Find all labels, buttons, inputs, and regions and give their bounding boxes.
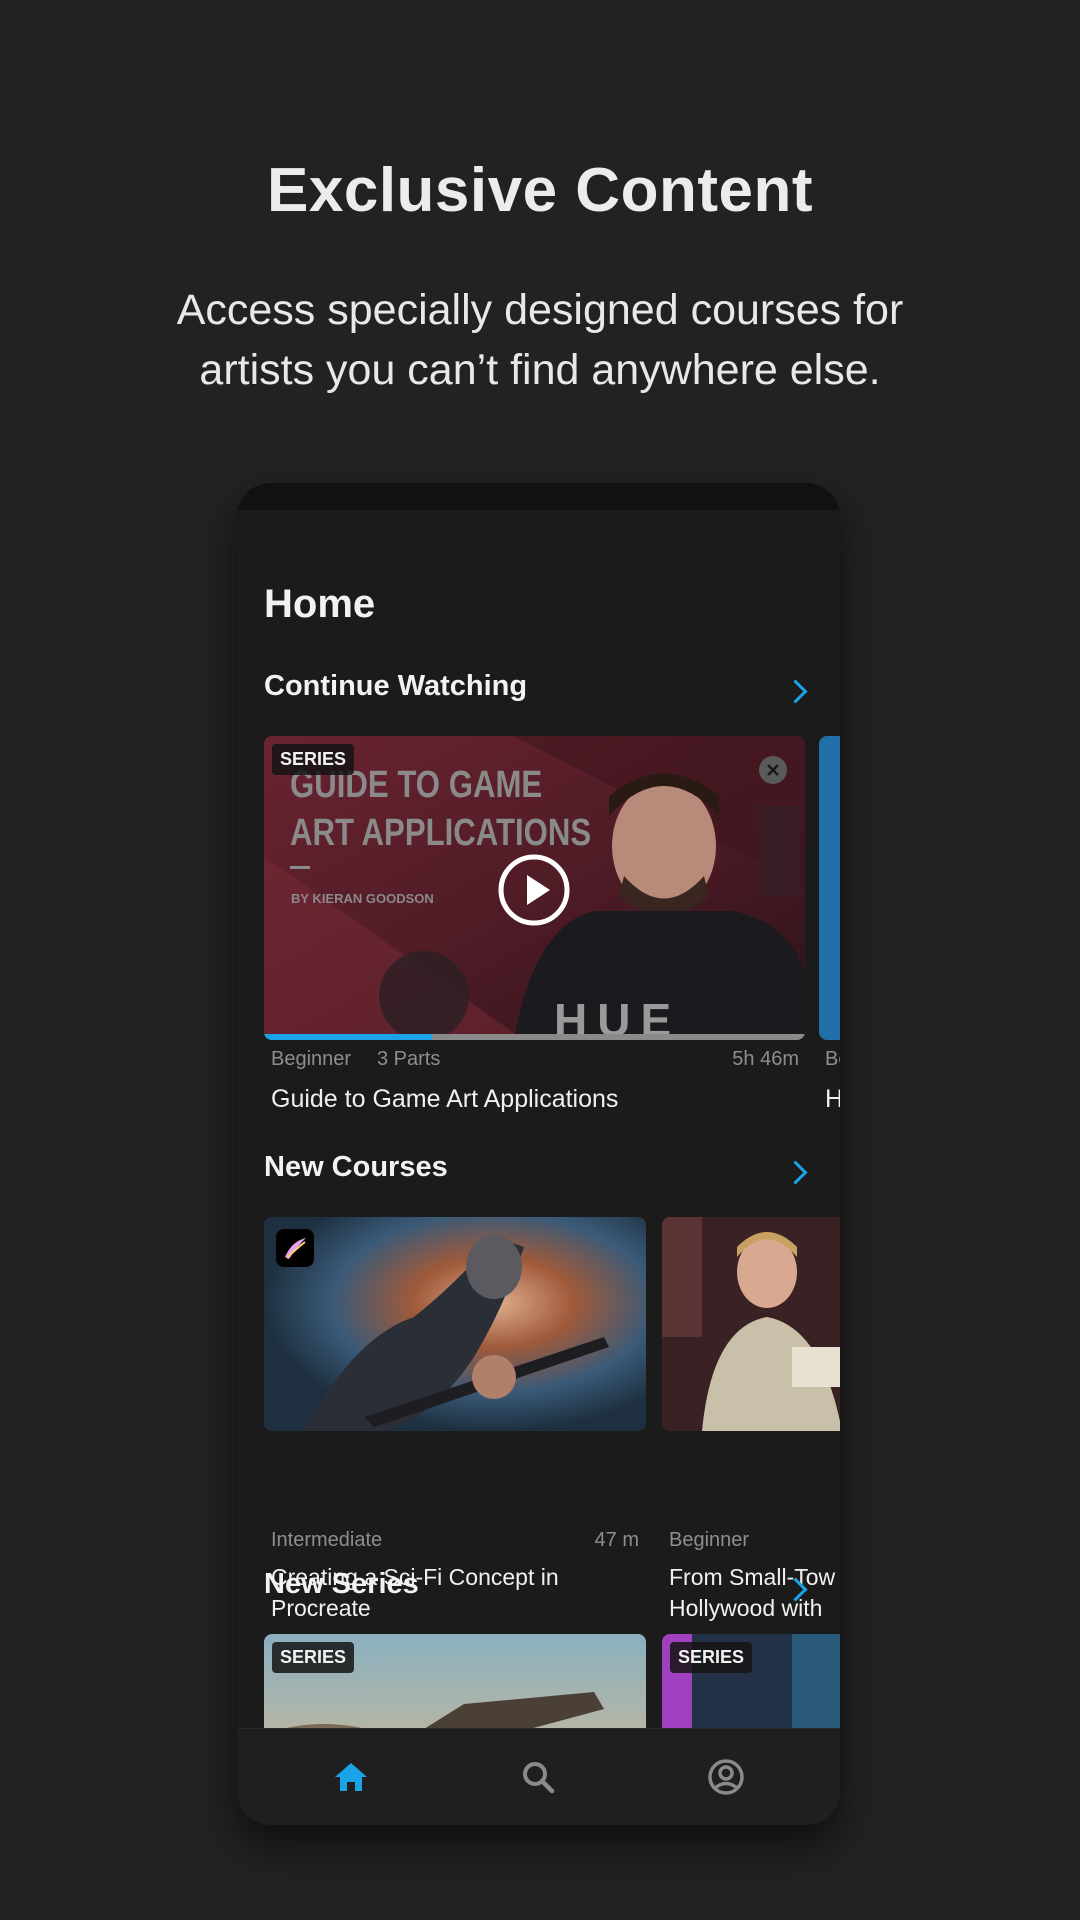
page-title: Home: [264, 582, 376, 626]
course-title[interactable]: From Small-Tow Hollywood with: [669, 1562, 835, 1624]
next-course-title[interactable]: H: [825, 1084, 840, 1115]
course-thumbnail: [264, 1217, 646, 1431]
home-icon[interactable]: [331, 1757, 371, 1797]
search-icon[interactable]: [518, 1757, 558, 1797]
app-screen: Home Continue Watching HUE GUIDE TO GAME…: [237, 510, 840, 1810]
procreate-logo-icon: [276, 1229, 314, 1267]
phone-mockup: Home Continue Watching HUE GUIDE TO GAME…: [237, 483, 840, 1825]
course-card[interactable]: [264, 1217, 646, 1431]
series-badge: SERIES: [272, 744, 355, 775]
progress-track: [264, 1034, 805, 1040]
series-badge: SERIES: [670, 1642, 753, 1673]
bottom-nav: [237, 1728, 840, 1825]
status-bar: [237, 483, 840, 510]
thumbnail-byline: BY KIERAN GOODSON: [291, 891, 434, 906]
course-duration: 47 m: [594, 1529, 639, 1551]
course-level: Beginner: [669, 1529, 750, 1551]
next-card-peek[interactable]: [819, 736, 840, 1040]
new-courses-title: New Courses: [264, 1151, 448, 1183]
play-icon[interactable]: [498, 854, 570, 926]
course-level: Intermediate: [271, 1529, 383, 1551]
chevron-right-icon[interactable]: [783, 1160, 808, 1185]
thumbnail-heading: GUIDE TO GAME ART APPLICATIONS: [290, 764, 592, 854]
course-parts: 3 Parts: [377, 1048, 441, 1070]
thumbnail-dash: [290, 866, 310, 869]
series-badge: SERIES: [272, 1642, 355, 1673]
progress-fill: [264, 1034, 432, 1040]
profile-icon[interactable]: [706, 1757, 746, 1797]
course-thumbnail: [662, 1217, 840, 1431]
course-title[interactable]: Guide to Game Art Applications: [271, 1084, 618, 1115]
continue-watching-title: Continue Watching: [264, 670, 528, 702]
new-series-title-text: New Series: [264, 1568, 419, 1600]
course-duration: 5h 46m: [732, 1048, 799, 1070]
promo-subtitle: Access specially designed courses for ar…: [176, 286, 904, 394]
promo-title: Exclusive Content: [267, 156, 813, 225]
course-card[interactable]: [662, 1217, 840, 1431]
course-level: Beginner: [271, 1048, 352, 1070]
close-icon[interactable]: [759, 756, 787, 784]
next-course-level: Be: [825, 1048, 840, 1070]
continue-watching-card[interactable]: HUE GUIDE TO GAME ART APPLICATIONS BY KI…: [264, 736, 805, 1040]
chevron-right-icon[interactable]: [783, 679, 808, 704]
